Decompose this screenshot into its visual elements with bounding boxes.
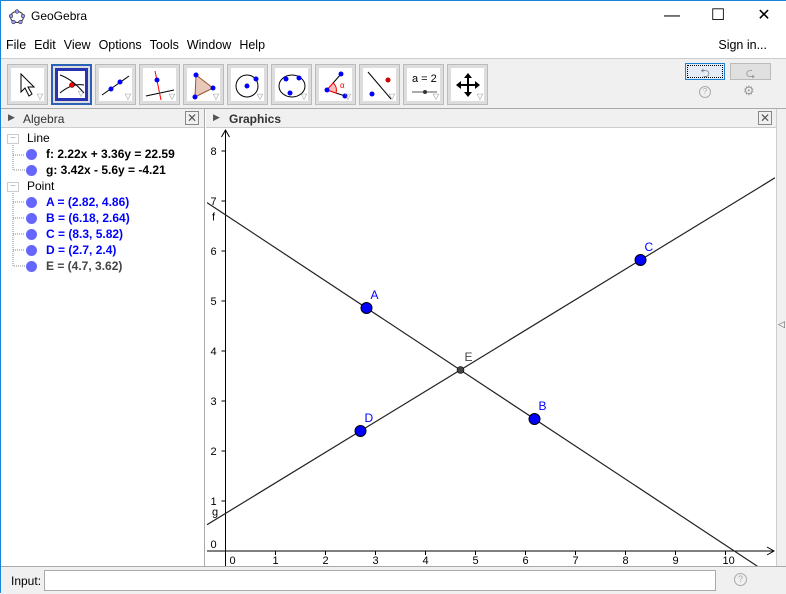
x-tick-label: 8 <box>623 555 629 566</box>
y-tick-label: 3 <box>211 396 217 408</box>
menu-file[interactable]: File <box>1 33 29 52</box>
help-icon[interactable]: ? <box>699 86 711 98</box>
tool-intersect[interactable]: ▽ <box>51 64 92 105</box>
tool-move-graphics-view[interactable]: ▽ <box>447 64 488 105</box>
algebra-item-A[interactable]: A = (2.82, 4.86) <box>46 195 129 211</box>
visibility-toggle-D[interactable] <box>26 245 37 256</box>
point-B[interactable] <box>528 413 541 425</box>
line-f <box>207 202 759 566</box>
visibility-toggle-E[interactable] <box>26 261 37 272</box>
expand-triangle-icon[interactable]: ◁ <box>778 319 785 330</box>
point-label-B: B <box>539 399 547 413</box>
tool-line[interactable]: ▽ <box>95 64 136 105</box>
tool-perpendicular-line[interactable]: ▽ <box>139 64 180 105</box>
x-tick-label: 10 <box>723 555 735 566</box>
visibility-toggle-C[interactable] <box>26 229 37 240</box>
menu-help[interactable]: Help <box>234 33 268 52</box>
side-panel-toggle[interactable]: ◁ <box>776 109 786 566</box>
graphics-canvas[interactable]: 0 1 2 3 4 5 6 7 8 9 10012345678fgABCDE <box>207 128 775 566</box>
collapse-line-group-button[interactable]: − <box>7 134 19 144</box>
algebra-item-B[interactable]: B = (6.18, 2.64) <box>46 211 130 227</box>
algebra-item-E[interactable]: E = (4.7, 3.62) <box>46 259 122 275</box>
panel-collapse-triangle-icon[interactable]: ▶ <box>213 112 220 123</box>
y-tick-label: 2 <box>211 446 217 458</box>
tool-move[interactable]: ▽ <box>7 64 48 105</box>
title-bar: GeoGebra — ☐ ✕ <box>1 1 786 33</box>
group-label-line: Line <box>27 131 50 145</box>
point-label-D: D <box>365 411 374 425</box>
settings-gear-icon[interactable]: ⚙ <box>743 83 755 99</box>
input-field[interactable] <box>44 570 716 591</box>
point-D[interactable] <box>354 425 367 437</box>
algebra-panel: ▶ Algebra ✕ − Line f: 2.22x + 3.36y = 22… <box>1 109 205 566</box>
x-tick-label: 6 <box>523 555 529 566</box>
x-tick-label: 9 <box>673 555 679 566</box>
x-tick-label: 7 <box>573 555 579 566</box>
menu-options[interactable]: Options <box>94 33 145 52</box>
graphics-title: Graphics <box>229 112 282 126</box>
tool-polygon[interactable]: ▽ <box>183 64 224 105</box>
group-label-point: Point <box>27 179 55 193</box>
algebra-item-C[interactable]: C = (8.3, 5.82) <box>46 227 123 243</box>
y-tick-label: 0 <box>211 539 217 551</box>
y-tick-label: 4 <box>211 346 217 358</box>
point-C[interactable] <box>634 254 647 266</box>
input-bar: Input: ? <box>1 566 786 594</box>
sign-in-link[interactable]: Sign in... <box>718 38 767 52</box>
menu-view[interactable]: View <box>59 33 94 52</box>
menu-edit[interactable]: Edit <box>29 33 59 52</box>
algebra-item-f[interactable]: f: 2.22x + 3.36y = 22.59 <box>46 147 175 163</box>
input-help-icon[interactable]: ? <box>734 573 747 586</box>
point-label-E: E <box>465 350 473 364</box>
window-title: GeoGebra <box>31 9 88 23</box>
x-tick-label: 2 <box>323 555 329 566</box>
visibility-toggle-g[interactable] <box>26 165 37 176</box>
y-tick-label: 8 <box>211 146 217 158</box>
x-tick-label: 5 <box>473 555 479 566</box>
redo-button[interactable]: ⮎ <box>730 63 771 80</box>
close-button[interactable]: ✕ <box>741 1 786 33</box>
menu-tools[interactable]: Tools <box>145 33 182 52</box>
svg-text:α: α <box>340 81 345 90</box>
x-tick-label: 0 <box>230 555 236 566</box>
point-A[interactable] <box>360 302 373 314</box>
line-g <box>207 177 775 526</box>
visibility-toggle-B[interactable] <box>26 213 37 224</box>
tool-circle-three-points[interactable]: ▽ <box>271 64 312 105</box>
geogebra-logo-icon <box>9 9 25 25</box>
close-graphics-button[interactable]: ✕ <box>758 111 772 125</box>
undo-button[interactable]: ⮌ <box>685 63 725 80</box>
graphics-panel: ▶ Graphics ✕ 0 1 2 3 4 5 6 7 8 9 10 0 1 2 3 4 5 6 7 8 f g A B C D… <box>206 109 776 566</box>
point-label-C: C <box>645 240 654 254</box>
x-tick-label: 1 <box>273 555 279 566</box>
tool-slider[interactable]: a = 2 ▽ <box>403 64 444 105</box>
y-tick-label: 6 <box>211 246 217 258</box>
algebra-item-D[interactable]: D = (2.7, 2.4) <box>46 243 116 259</box>
x-tick-label: 3 <box>373 555 379 566</box>
tool-angle[interactable]: α ▽ <box>315 64 356 105</box>
line-label-f: f <box>212 212 216 224</box>
maximize-button[interactable]: ☐ <box>695 1 741 33</box>
toolbar: ▽ ▽ ▽ ▽ ▽ ▽ ▽ α ▽ ▽ a = 2 ▽ ▽ <box>1 58 786 109</box>
point-E[interactable] <box>456 366 465 374</box>
graphics-panel-header: ▶ Graphics ✕ <box>206 109 776 128</box>
input-label: Input: <box>11 574 42 588</box>
algebra-item-g[interactable]: g: 3.42x - 5.6y = -4.21 <box>46 163 166 179</box>
tool-reflect[interactable]: ▽ <box>359 64 400 105</box>
point-label-A: A <box>371 288 379 302</box>
visibility-toggle-A[interactable] <box>26 197 37 208</box>
visibility-toggle-f[interactable] <box>26 149 37 160</box>
minimize-button[interactable]: — <box>649 1 695 33</box>
menu-window[interactable]: Window <box>182 33 234 52</box>
collapse-point-group-button[interactable]: − <box>7 182 19 192</box>
y-tick-label: 5 <box>211 296 217 308</box>
x-tick-label: 4 <box>423 555 429 566</box>
line-label-g: g <box>212 507 218 519</box>
menu-bar: File Edit View Options Tools Window Help <box>1 33 786 58</box>
tool-circle-center[interactable]: ▽ <box>227 64 268 105</box>
